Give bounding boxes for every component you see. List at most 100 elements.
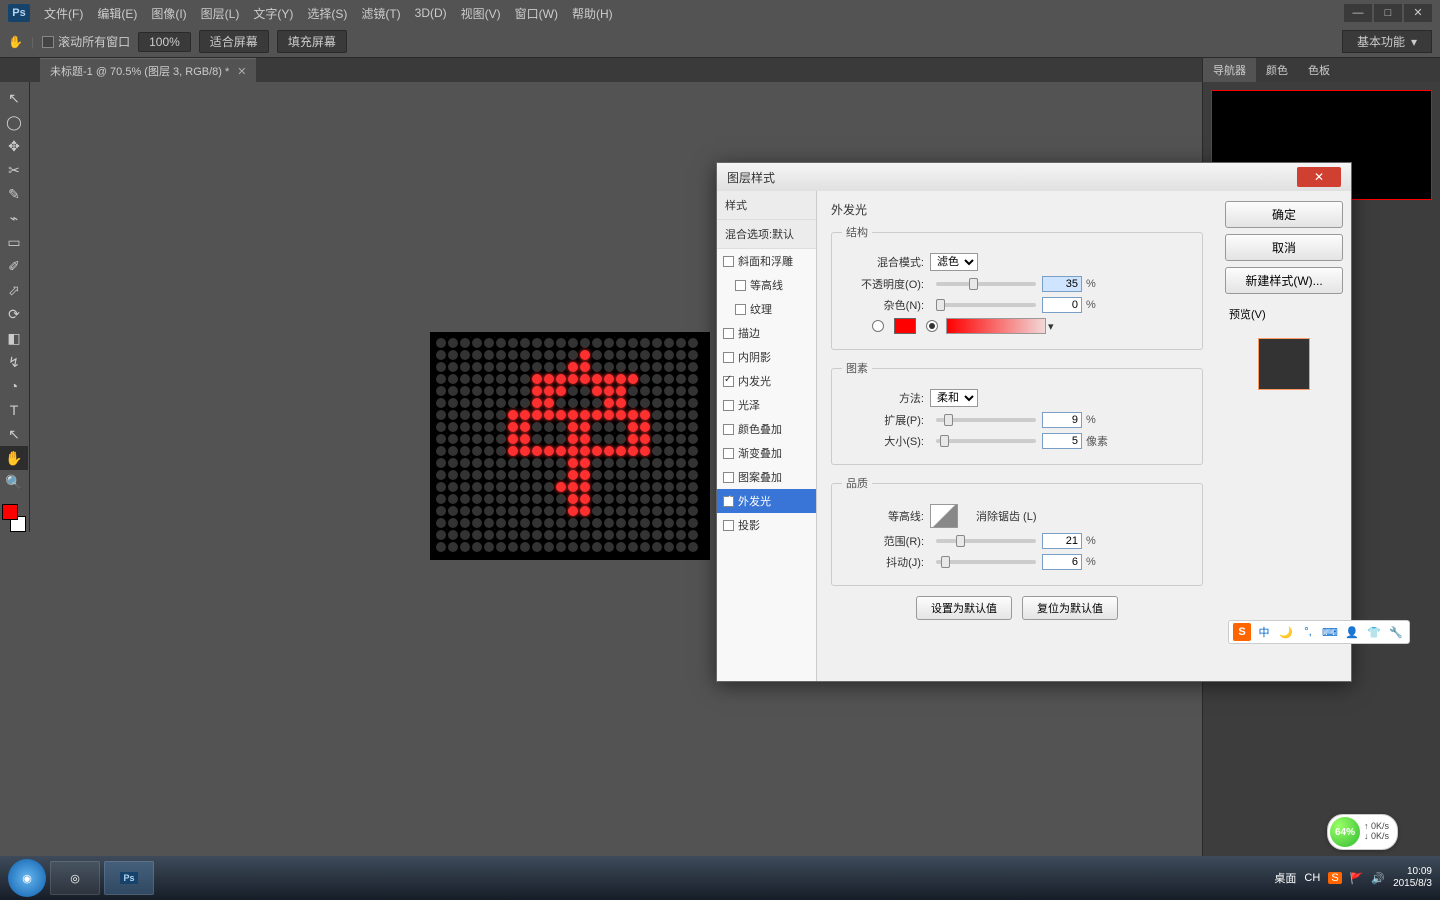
- tool-4[interactable]: ✎: [0, 182, 28, 206]
- workspace-switcher[interactable]: 基本功能▾: [1342, 30, 1432, 53]
- tab-close-icon[interactable]: ✕: [237, 66, 246, 78]
- ime-moon-icon[interactable]: 🌙: [1277, 623, 1295, 641]
- dialog-close-button[interactable]: ✕: [1297, 167, 1341, 187]
- effect-item[interactable]: 颜色叠加: [717, 417, 816, 441]
- cancel-button[interactable]: 取消: [1225, 234, 1343, 261]
- panel-tab-color[interactable]: 颜色: [1256, 58, 1298, 82]
- tool-16[interactable]: 🔍: [0, 470, 28, 494]
- opacity-input[interactable]: [1042, 276, 1082, 292]
- glow-gradient-picker[interactable]: [946, 318, 1046, 334]
- menu-edit[interactable]: 编辑(E): [97, 5, 137, 22]
- menu-layer[interactable]: 图层(L): [201, 5, 240, 22]
- effect-item[interactable]: 渐变叠加: [717, 441, 816, 465]
- tray-flag-icon[interactable]: 🚩: [1350, 872, 1364, 885]
- tray-volume-icon[interactable]: 🔊: [1371, 872, 1385, 885]
- tool-6[interactable]: ▭: [0, 230, 28, 254]
- tray-clock[interactable]: 10:09 2015/8/3: [1393, 866, 1432, 890]
- close-button[interactable]: ✕: [1404, 4, 1432, 22]
- ime-lang-icon[interactable]: 中: [1255, 623, 1273, 641]
- fit-screen-button[interactable]: 适合屏幕: [199, 30, 269, 53]
- tool-15[interactable]: ✋: [0, 446, 28, 470]
- effect-item[interactable]: 内阴影: [717, 345, 816, 369]
- reset-default-button[interactable]: 复位为默认值: [1022, 596, 1118, 620]
- effect-item[interactable]: 等高线: [717, 273, 816, 297]
- maximize-button[interactable]: □: [1374, 4, 1402, 22]
- panel-tab-swatches[interactable]: 色板: [1298, 58, 1340, 82]
- range-slider[interactable]: [936, 539, 1036, 543]
- jitter-input[interactable]: [1042, 554, 1082, 570]
- spread-slider[interactable]: [936, 418, 1036, 422]
- styles-header[interactable]: 样式: [717, 191, 816, 220]
- tool-11[interactable]: ↯: [0, 350, 28, 374]
- menu-filter[interactable]: 滤镜(T): [361, 5, 400, 22]
- ime-punct-icon[interactable]: °,: [1299, 623, 1317, 641]
- effect-item[interactable]: 光泽: [717, 393, 816, 417]
- noise-input[interactable]: [1042, 297, 1082, 313]
- noise-slider[interactable]: [936, 303, 1036, 307]
- tool-13[interactable]: T: [0, 398, 28, 422]
- start-button[interactable]: ◉: [8, 859, 46, 897]
- tray-desktop[interactable]: 桌面: [1274, 870, 1296, 886]
- tool-1[interactable]: ◯: [0, 110, 28, 134]
- effect-item[interactable]: 描边: [717, 321, 816, 345]
- fill-screen-button[interactable]: 填充屏幕: [277, 30, 347, 53]
- jitter-slider[interactable]: [936, 560, 1036, 564]
- menu-type[interactable]: 文字(Y): [253, 5, 293, 22]
- tray-lang[interactable]: CH: [1304, 872, 1320, 884]
- tool-9[interactable]: ⟳: [0, 302, 28, 326]
- scroll-all-checkbox[interactable]: 滚动所有窗口: [42, 33, 130, 50]
- network-meter[interactable]: 64% ↑ 0K/s ↓ 0K/s: [1327, 814, 1398, 850]
- minimize-button[interactable]: —: [1344, 4, 1372, 22]
- dialog-titlebar[interactable]: 图层样式 ✕: [717, 163, 1351, 191]
- panel-tab-navigator[interactable]: 导航器: [1203, 58, 1256, 82]
- color-swatches[interactable]: [0, 504, 28, 532]
- effect-item[interactable]: 外发光: [717, 489, 816, 513]
- ime-person-icon[interactable]: 👤: [1343, 623, 1361, 641]
- tool-10[interactable]: ◧: [0, 326, 28, 350]
- taskbar-app-1[interactable]: ◎: [50, 861, 100, 895]
- tool-14[interactable]: ↖: [0, 422, 28, 446]
- effect-item[interactable]: 斜面和浮雕: [717, 249, 816, 273]
- ok-button[interactable]: 确定: [1225, 201, 1343, 228]
- document-tab[interactable]: 未标题-1 @ 70.5% (图层 3, RGB/8) *✕: [40, 58, 256, 83]
- taskbar-photoshop[interactable]: Ps: [104, 861, 154, 895]
- tool-0[interactable]: ↖: [0, 86, 28, 110]
- set-default-button[interactable]: 设置为默认值: [916, 596, 1012, 620]
- effect-item[interactable]: 投影: [717, 513, 816, 537]
- menu-3d[interactable]: 3D(D): [415, 6, 447, 20]
- tool-5[interactable]: ⌁: [0, 206, 28, 230]
- tray-sogou-icon[interactable]: S: [1328, 872, 1341, 884]
- ime-toolbar[interactable]: S 中 🌙 °, ⌨ 👤 👕 🔧: [1228, 620, 1410, 644]
- tool-8[interactable]: ⬀: [0, 278, 28, 302]
- method-select[interactable]: 柔和: [930, 389, 978, 407]
- ime-wrench-icon[interactable]: 🔧: [1387, 623, 1405, 641]
- ime-shirt-icon[interactable]: 👕: [1365, 623, 1383, 641]
- blend-options-header[interactable]: 混合选项:默认: [717, 220, 816, 249]
- glow-color-radio[interactable]: [872, 320, 884, 332]
- size-input[interactable]: [1042, 433, 1082, 449]
- menu-view[interactable]: 视图(V): [461, 5, 501, 22]
- menu-select[interactable]: 选择(S): [307, 5, 347, 22]
- new-style-button[interactable]: 新建样式(W)...: [1225, 267, 1343, 294]
- size-slider[interactable]: [936, 439, 1036, 443]
- glow-color-swatch[interactable]: [894, 318, 916, 334]
- menu-window[interactable]: 窗口(W): [515, 5, 558, 22]
- range-input[interactable]: [1042, 533, 1082, 549]
- glow-gradient-radio[interactable]: [926, 320, 938, 332]
- effect-item[interactable]: 内发光: [717, 369, 816, 393]
- effect-item[interactable]: 纹理: [717, 297, 816, 321]
- zoom-100-button[interactable]: 100%: [138, 32, 191, 52]
- opacity-slider[interactable]: [936, 282, 1036, 286]
- blend-mode-select[interactable]: 滤色: [930, 253, 978, 271]
- effect-item[interactable]: 图案叠加: [717, 465, 816, 489]
- menu-image[interactable]: 图像(I): [151, 5, 186, 22]
- tool-3[interactable]: ✂: [0, 158, 28, 182]
- menu-help[interactable]: 帮助(H): [572, 5, 613, 22]
- spread-input[interactable]: [1042, 412, 1082, 428]
- ime-keyboard-icon[interactable]: ⌨: [1321, 623, 1339, 641]
- contour-picker[interactable]: [930, 504, 958, 528]
- tool-2[interactable]: ✥: [0, 134, 28, 158]
- menu-file[interactable]: 文件(F): [44, 5, 83, 22]
- tool-12[interactable]: ◔: [0, 374, 28, 398]
- tool-7[interactable]: ✐: [0, 254, 28, 278]
